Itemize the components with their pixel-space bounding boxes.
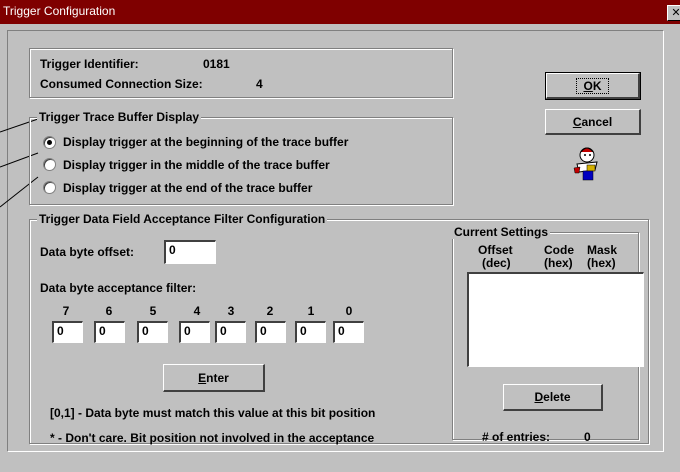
bit-label-5: 5 (149, 304, 157, 318)
bit-label-2: 2 (266, 304, 274, 318)
col-code-header: Code (544, 243, 574, 257)
trace-buffer-legend: Trigger Trace Buffer Display (37, 110, 202, 124)
current-settings-list[interactable] (467, 272, 644, 367)
bit-field-0[interactable]: 0 (333, 321, 364, 343)
data-byte-offset-label: Data byte offset: (40, 245, 135, 259)
note-match: [0,1] - Data byte must match this value … (50, 406, 376, 420)
entries-label: # of entries: (482, 430, 551, 444)
bit-field-1[interactable]: 0 (295, 321, 326, 343)
trigger-configuration-dialog: Trigger Configuration ✕ Trigger Identifi… (0, 0, 680, 472)
ok-button[interactable]: OK (545, 72, 641, 100)
trigger-identifier-label: Trigger Identifier: (40, 57, 139, 71)
bit-label-1: 1 (307, 304, 315, 318)
bit-label-6: 6 (105, 304, 113, 318)
acceptance-filter-label: Data byte acceptance filter: (40, 281, 197, 295)
radio-end[interactable] (43, 181, 56, 194)
bit-field-2[interactable]: 0 (255, 321, 286, 343)
col-mask-header: Mask (587, 243, 618, 257)
close-icon: ✕ (671, 7, 680, 19)
cancel-button[interactable]: Cancel (545, 109, 641, 135)
col-offset-sub: (dec) (482, 256, 511, 270)
col-code-sub: (hex) (544, 256, 573, 270)
bit-label-3: 3 (227, 304, 235, 318)
radio-selected-dot (47, 140, 52, 145)
radio-middle-label[interactable]: Display trigger in the middle of the tra… (63, 158, 330, 172)
bit-field-7[interactable]: 0 (52, 321, 83, 343)
wizard-figure-icon (573, 147, 598, 181)
bit-field-4[interactable]: 0 (179, 321, 210, 343)
close-button[interactable]: ✕ (667, 5, 680, 21)
title-bar: Trigger Configuration ✕ (0, 0, 680, 24)
radio-middle[interactable] (43, 158, 56, 171)
note-dont-care: * - Don't care. Bit position not involve… (50, 431, 375, 445)
bit-field-6[interactable]: 0 (94, 321, 125, 343)
col-mask-sub: (hex) (587, 256, 616, 270)
col-offset-header: Offset (478, 243, 513, 257)
enter-button[interactable]: Enter (163, 364, 265, 392)
bit-label-4: 4 (193, 304, 201, 318)
bit-field-3[interactable]: 0 (215, 321, 246, 343)
bit-field-5[interactable]: 0 (137, 321, 168, 343)
radio-beginning-label[interactable]: Display trigger at the beginning of the … (63, 135, 348, 149)
entries-count: 0 (584, 430, 591, 444)
trigger-identifier-value: 0181 (203, 57, 230, 71)
filter-legend: Trigger Data Field Acceptance Filter Con… (37, 212, 328, 226)
connection-size-value: 4 (256, 77, 263, 91)
radio-beginning[interactable] (43, 136, 56, 149)
connection-size-label: Consumed Connection Size: (40, 77, 203, 91)
bit-label-7: 7 (62, 304, 70, 318)
data-byte-offset-input[interactable]: 0 (164, 240, 216, 264)
window-title: Trigger Configuration (3, 4, 116, 18)
delete-button[interactable]: Delete (503, 384, 603, 411)
current-settings-legend: Current Settings (452, 225, 551, 239)
radio-end-label[interactable]: Display trigger at the end of the trace … (63, 181, 312, 195)
bit-label-0: 0 (345, 304, 353, 318)
